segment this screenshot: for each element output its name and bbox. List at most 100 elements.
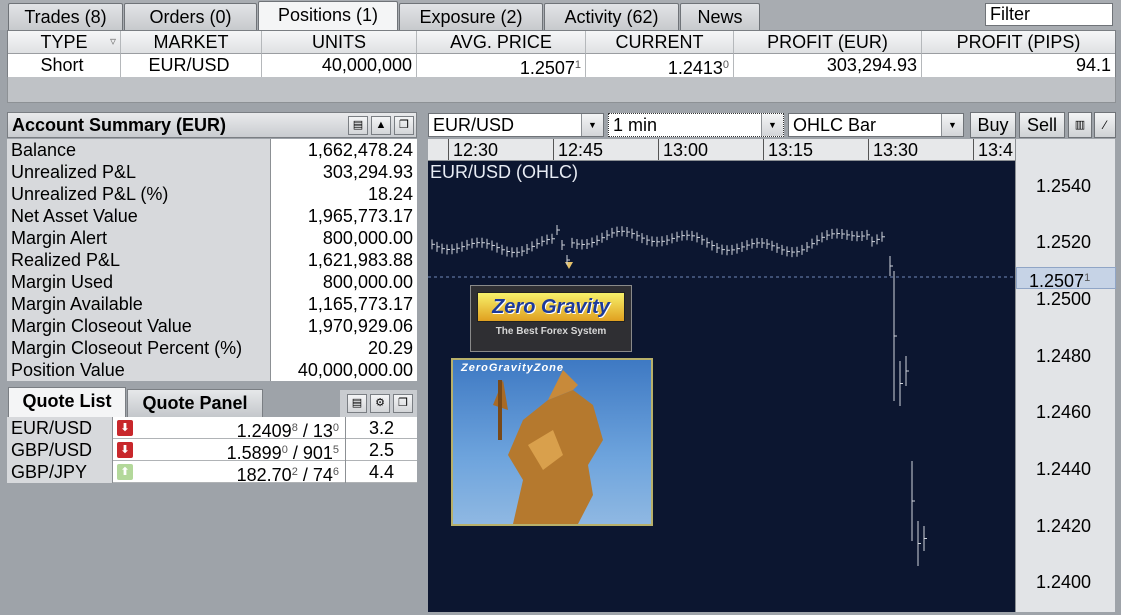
statue-image: ZeroGravityZone — [451, 358, 653, 526]
arrow-down-icon: ⬇ — [117, 442, 133, 458]
cell-market: EUR/USD — [121, 54, 262, 77]
positions-table: TYPE ▿ MARKET UNITS AVG. PRICE CURRENT PR… — [7, 30, 1116, 77]
account-label: Margin Available — [7, 293, 271, 315]
bar-chart-icon[interactable]: ▥ — [1068, 112, 1092, 138]
quote-row[interactable]: EUR/USD ⬇ 1.24098 / 130 3.2 — [7, 417, 417, 441]
account-label: Margin Closeout Value — [7, 315, 271, 337]
time-label: 13:4 — [973, 139, 1013, 160]
buy-button[interactable]: Buy — [970, 112, 1016, 138]
quote-pair: GBP/USD — [7, 439, 113, 461]
account-value: 800,000.00 — [271, 271, 417, 293]
account-row: Unrealized P&L 303,294.93 — [7, 161, 417, 183]
tab-positions[interactable]: Positions (1) — [258, 1, 398, 30]
restore-icon[interactable]: ❐ — [393, 394, 413, 413]
account-value: 800,000.00 — [271, 227, 417, 249]
time-label: 12:45 — [553, 139, 603, 160]
price-label: 1.2400 — [1036, 572, 1092, 592]
logo-subtext: The Best Forex System — [495, 326, 607, 337]
account-value: 1,662,478.24 — [271, 139, 417, 161]
col-units[interactable]: UNITS — [262, 31, 417, 54]
col-avg-price[interactable]: AVG. PRICE — [417, 31, 586, 54]
logo-text: Zero Gravity — [492, 296, 610, 318]
time-label: 12:30 — [448, 139, 498, 160]
col-profit-pips[interactable]: PROFIT (PIPS) — [922, 31, 1115, 54]
col-current[interactable]: CURRENT — [586, 31, 734, 54]
chevron-down-icon[interactable]: ▼ — [581, 114, 603, 136]
quote-pair: EUR/USD — [7, 417, 113, 439]
sell-button[interactable]: Sell — [1019, 112, 1065, 138]
gear-icon[interactable]: ⚙ — [370, 394, 390, 413]
popout-icon[interactable]: ▤ — [347, 394, 367, 413]
chevron-down-icon[interactable]: ▼ — [761, 114, 783, 136]
tab-exposure[interactable]: Exposure (2) — [399, 3, 543, 30]
interval-select[interactable]: 1 min ▼ — [608, 113, 784, 137]
cell-avg-price: 1.25071 — [417, 54, 586, 77]
tab-activity[interactable]: Activity (62) — [544, 3, 679, 30]
col-type[interactable]: TYPE ▿ — [8, 31, 121, 54]
price-label: 1.2480 — [1036, 346, 1092, 366]
tab-quote-list[interactable]: Quote List — [8, 387, 126, 417]
restore-icon[interactable]: ❐ — [394, 116, 414, 135]
instrument-value: EUR/USD — [433, 115, 515, 135]
cell-profit-pips: 94.1 — [922, 54, 1115, 77]
instrument-select[interactable]: EUR/USD ▼ — [428, 113, 604, 137]
account-label: Margin Used — [7, 271, 271, 293]
quote-pair: GBP/JPY — [7, 461, 113, 483]
account-label: Margin Closeout Percent (%) — [7, 337, 271, 359]
account-label: Position Value — [7, 359, 271, 381]
account-label: Unrealized P&L (%) — [7, 183, 271, 205]
account-row: Margin Available 1,165,773.17 — [7, 293, 417, 315]
account-summary-table: Balance 1,662,478.24 Unrealized P&L 303,29… — [7, 139, 417, 381]
quote-spread: 2.5 — [368, 440, 395, 460]
zero-gravity-logo: Zero Gravity The Best Forex System — [470, 285, 632, 352]
draw-line-icon[interactable]: ⁄ — [1094, 112, 1116, 138]
price-label: 1.2520 — [1036, 232, 1092, 252]
account-label: Unrealized P&L — [7, 161, 271, 183]
chart-style-value: OHLC Bar — [793, 115, 877, 135]
time-label: 13:15 — [763, 139, 813, 160]
statue-illustration — [493, 370, 603, 524]
filter-input[interactable]: Filter — [985, 3, 1113, 26]
account-row: Margin Alert 800,000.00 — [7, 227, 417, 249]
price-axis: 1.2540 1.2520 1.2500 1.2480 1.2460 1.244… — [1015, 139, 1116, 612]
price-label: 1.2460 — [1036, 402, 1092, 422]
account-label: Realized P&L — [7, 249, 271, 271]
quote-price: 1.24098 / 130 — [139, 417, 346, 441]
tab-quote-panel[interactable]: Quote Panel — [127, 389, 263, 417]
account-summary-title: Account Summary (EUR) — [12, 115, 227, 135]
account-row: Margin Used 800,000.00 — [7, 271, 417, 293]
price-label: 1.2440 — [1036, 459, 1092, 479]
quote-row[interactable]: GBP/USD ⬇ 1.58990 / 9015 2.5 — [7, 439, 417, 463]
account-row: Margin Closeout Percent (%) 20.29 — [7, 337, 417, 359]
quote-spread: 3.2 — [368, 418, 395, 438]
tab-trades[interactable]: Trades (8) — [8, 3, 123, 30]
quote-row[interactable]: GBP/JPY ⬆ 182.702 / 746 4.4 — [7, 461, 417, 485]
account-value: 303,294.93 — [271, 161, 417, 183]
cell-profit-eur: 303,294.93 — [734, 54, 922, 77]
chart-style-select[interactable]: OHLC Bar ▼ — [788, 113, 964, 137]
account-value: 1,970,929.06 — [271, 315, 417, 337]
quote-price: 182.702 / 746 — [139, 461, 346, 485]
col-profit-eur[interactable]: PROFIT (EUR) — [734, 31, 922, 54]
arrow-down-icon: ⬇ — [117, 420, 133, 436]
tab-orders[interactable]: Orders (0) — [124, 3, 257, 30]
cell-current: 1.24130 — [586, 54, 734, 77]
time-label: 13:30 — [868, 139, 918, 160]
account-row: Balance 1,662,478.24 — [7, 139, 417, 161]
tab-news[interactable]: News — [680, 3, 760, 30]
collapse-icon[interactable]: ▲ — [371, 116, 391, 135]
account-summary-header: Account Summary (EUR) ▤ ▲ ❐ — [7, 112, 417, 138]
price-label: 1.2500 — [1036, 289, 1092, 309]
filter-funnel-icon[interactable]: ▿ — [110, 31, 116, 53]
chevron-down-icon[interactable]: ▼ — [941, 114, 963, 136]
price-label: 1.2420 — [1036, 516, 1092, 536]
quote-toolbar: ▤ ⚙ ❐ — [340, 390, 417, 417]
col-market[interactable]: MARKET — [121, 31, 262, 54]
quote-list-table: EUR/USD ⬇ 1.24098 / 130 3.2 GBP/USD ⬇ 1.… — [7, 417, 417, 485]
account-row: Realized P&L 1,621,983.88 — [7, 249, 417, 271]
popout-icon[interactable]: ▤ — [348, 116, 368, 135]
account-row: Margin Closeout Value 1,970,929.06 — [7, 315, 417, 337]
account-value: 1,965,773.17 — [271, 205, 417, 227]
account-label: Net Asset Value — [7, 205, 271, 227]
account-value: 18.24 — [271, 183, 417, 205]
